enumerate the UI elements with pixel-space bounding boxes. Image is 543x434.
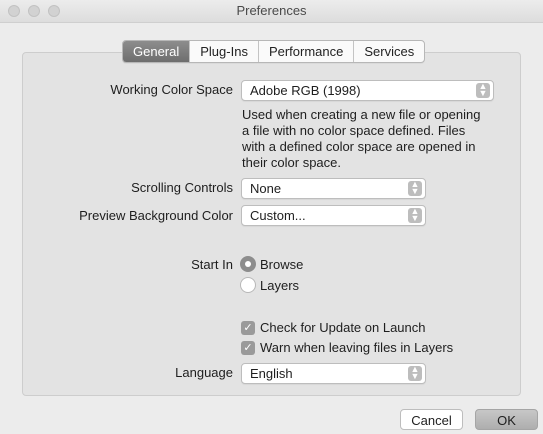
scrolling-controls-label: Scrolling Controls xyxy=(131,180,233,195)
language-label: Language xyxy=(175,365,233,380)
check-for-update-label: Check for Update on Launch xyxy=(260,320,426,335)
up-down-chevron-icon: ▲ ▼ xyxy=(408,207,422,223)
checkmark-icon[interactable]: ✓ xyxy=(241,320,255,335)
preview-background-color-value: Custom... xyxy=(250,208,306,223)
start-in-browse-option[interactable]: Browse xyxy=(240,256,303,272)
radio-selected-icon[interactable] xyxy=(240,256,256,272)
warn-leaving-files-checkbox[interactable]: ✓ Warn when leaving files in Layers xyxy=(241,340,453,355)
tab-performance[interactable]: Performance xyxy=(257,41,353,62)
check-for-update-checkbox[interactable]: ✓ Check for Update on Launch xyxy=(241,320,426,335)
start-in-layers-option[interactable]: Layers xyxy=(240,277,299,293)
up-down-chevron-icon: ▲ ▼ xyxy=(408,180,422,196)
working-color-space-help: Used when creating a new file or opening… xyxy=(242,107,481,170)
preview-background-color-label: Preview Background Color xyxy=(79,208,233,223)
preferences-window: Preferences General Plug-Ins Performance… xyxy=(0,0,543,434)
cancel-button[interactable]: Cancel xyxy=(400,409,463,430)
working-color-space-value: Adobe RGB (1998) xyxy=(250,83,361,98)
start-in-layers-label: Layers xyxy=(260,277,300,293)
tab-services[interactable]: Services xyxy=(353,41,424,62)
radio-unselected-icon[interactable] xyxy=(240,277,256,293)
language-value: English xyxy=(250,366,293,381)
warn-leaving-files-label: Warn when leaving files in Layers xyxy=(260,340,454,355)
language-select[interactable]: English ▲ ▼ xyxy=(241,363,426,384)
start-in-browse-label: Browse xyxy=(260,256,304,272)
up-down-chevron-icon: ▲ ▼ xyxy=(476,82,490,98)
start-in-label: Start In xyxy=(191,257,233,272)
window-title: Preferences xyxy=(236,3,307,18)
working-color-space-label: Working Color Space xyxy=(110,82,233,97)
tab-bar: General Plug-Ins Performance Services xyxy=(122,40,426,63)
preview-background-color-select[interactable]: Custom... ▲ ▼ xyxy=(241,205,426,226)
tab-plug-ins[interactable]: Plug-Ins xyxy=(189,41,258,62)
up-down-chevron-icon: ▲ ▼ xyxy=(408,365,422,381)
checkmark-icon[interactable]: ✓ xyxy=(241,340,255,355)
working-color-space-select[interactable]: Adobe RGB (1998) ▲ ▼ xyxy=(241,80,494,101)
title-bar: Preferences xyxy=(0,0,543,23)
scrolling-controls-value: None xyxy=(250,181,282,196)
tab-general[interactable]: General xyxy=(123,41,190,62)
ok-button[interactable]: OK xyxy=(475,409,538,430)
scrolling-controls-select[interactable]: None ▲ ▼ xyxy=(241,178,426,199)
